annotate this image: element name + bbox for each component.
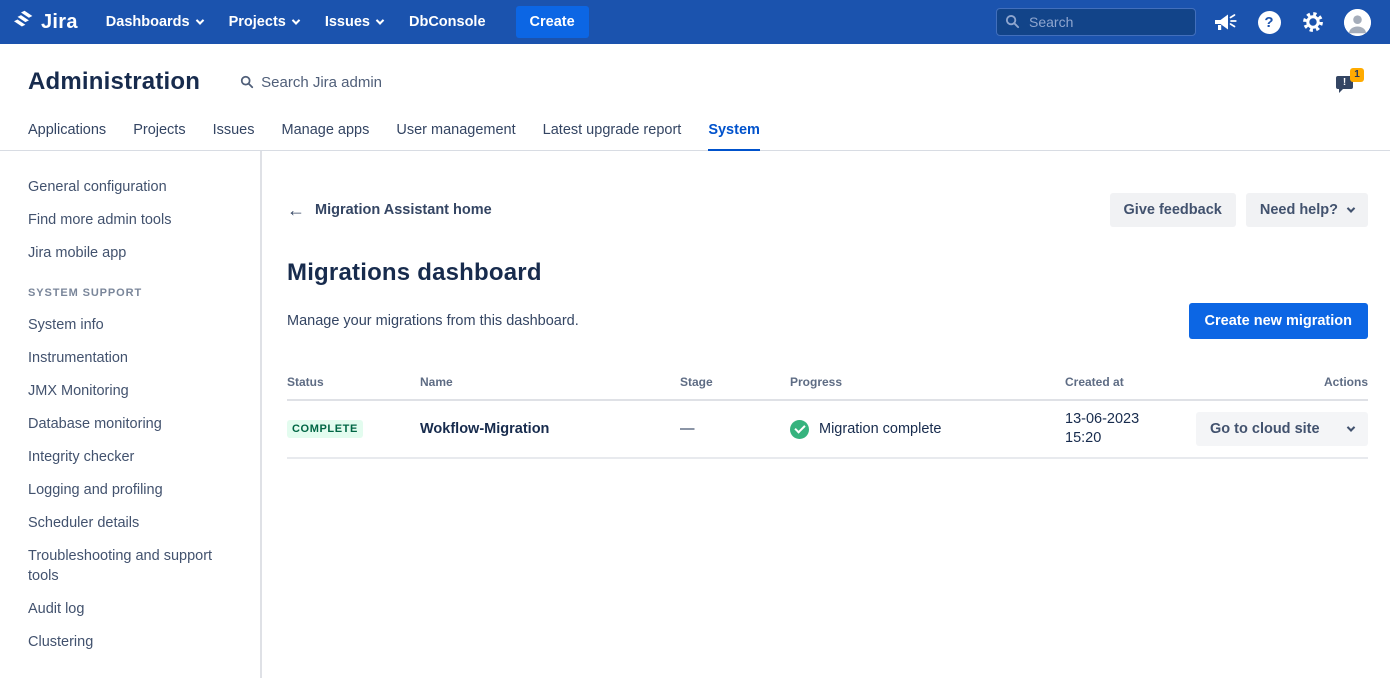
column-header-stage: Stage — [680, 369, 790, 400]
dashboard-subtitle: Manage your migrations from this dashboa… — [287, 313, 579, 329]
column-header-status: Status — [287, 369, 420, 400]
tab-latest-upgrade-report[interactable]: Latest upgrade report — [543, 112, 682, 150]
tab-projects[interactable]: Projects — [133, 112, 185, 150]
sidebar-item-database-monitoring[interactable]: Database monitoring — [28, 414, 244, 434]
jira-logo[interactable]: Jira — [14, 9, 78, 35]
feedback-notification-icon[interactable]: ! 1 — [1334, 68, 1364, 96]
column-header-actions: Actions — [1196, 369, 1368, 400]
sidebar-item-clustering[interactable]: Clustering — [28, 632, 244, 652]
nav-dashboards-label: Dashboards — [106, 14, 190, 30]
progress-cell: Migration complete — [790, 400, 1065, 458]
nav-dashboards[interactable]: Dashboards — [106, 14, 203, 30]
table-row: COMPLETE Wokflow-Migration — Migration c… — [287, 400, 1368, 458]
notification-badge: 1 — [1350, 68, 1364, 82]
avatar-person-icon — [1344, 9, 1371, 36]
system-sidebar: General configuration Find more admin to… — [0, 151, 262, 678]
status-badge: COMPLETE — [287, 420, 363, 438]
nav-issues[interactable]: Issues — [325, 14, 383, 30]
table-header-row: Status Name Stage Progress Created at Ac… — [287, 369, 1368, 400]
create-new-migration-button[interactable]: Create new migration — [1189, 303, 1368, 339]
created-time: 15:20 — [1065, 429, 1196, 448]
create-button[interactable]: Create — [516, 6, 589, 38]
page-title-administration: Administration — [28, 68, 200, 96]
jira-logo-text: Jira — [41, 11, 78, 34]
actions-cell: Go to cloud site — [1196, 400, 1368, 458]
sidebar-item-system-info[interactable]: System info — [28, 315, 244, 335]
sidebar-item-audit-log[interactable]: Audit log — [28, 599, 244, 619]
announcements-megaphone-icon[interactable] — [1210, 7, 1240, 37]
nav-projects-label: Projects — [229, 14, 286, 30]
progress-label: Migration complete — [819, 421, 942, 437]
tab-system[interactable]: System — [708, 112, 760, 151]
help-icon[interactable]: ? — [1254, 7, 1284, 37]
sidebar-item-integrity-checker[interactable]: Integrity checker — [28, 447, 244, 467]
column-header-name: Name — [420, 369, 680, 400]
column-header-progress: Progress — [790, 369, 1065, 400]
search-icon — [1005, 14, 1020, 34]
nav-projects[interactable]: Projects — [229, 14, 299, 30]
created-date: 13-06-2023 — [1065, 410, 1196, 429]
chevron-down-icon — [292, 16, 300, 24]
migrations-table: Status Name Stage Progress Created at Ac… — [287, 369, 1368, 459]
admin-search-label: Search Jira admin — [261, 74, 382, 91]
sidebar-item-find-more-admin-tools[interactable]: Find more admin tools — [28, 210, 244, 230]
search-input[interactable] — [996, 8, 1196, 36]
back-link-label: Migration Assistant home — [315, 202, 492, 218]
created-at-cell: 13-06-2023 15:20 — [1065, 400, 1196, 458]
migration-name-cell: Wokflow-Migration — [420, 400, 680, 458]
question-mark-icon: ? — [1258, 11, 1281, 34]
success-check-icon — [790, 420, 809, 439]
user-avatar[interactable] — [1342, 7, 1372, 37]
status-cell: COMPLETE — [287, 400, 420, 458]
sidebar-item-scheduler-details[interactable]: Scheduler details — [28, 513, 244, 533]
chevron-down-icon — [376, 16, 384, 24]
top-navigation-bar: Jira Dashboards Projects Issues DbConsol… — [0, 0, 1390, 44]
admin-tab-bar: Applications Projects Issues Manage apps… — [0, 112, 1390, 151]
main-content: ← Migration Assistant home Give feedback… — [262, 151, 1390, 678]
go-to-cloud-site-button[interactable]: Go to cloud site — [1196, 412, 1368, 446]
need-help-label: Need help? — [1260, 202, 1338, 218]
nav-dbconsole-label: DbConsole — [409, 14, 486, 30]
sidebar-item-jmx-monitoring[interactable]: JMX Monitoring — [28, 381, 244, 401]
give-feedback-button[interactable]: Give feedback — [1110, 193, 1236, 227]
sidebar-item-troubleshooting[interactable]: Troubleshooting and support tools — [28, 546, 244, 586]
column-header-created-at: Created at — [1065, 369, 1196, 400]
tab-user-management[interactable]: User management — [396, 112, 515, 150]
sidebar-item-logging-and-profiling[interactable]: Logging and profiling — [28, 480, 244, 500]
search-icon — [240, 75, 254, 89]
admin-header: Administration Search Jira admin ! 1 — [0, 44, 1390, 112]
sidebar-section-system-support: SYSTEM SUPPORT — [28, 287, 244, 299]
need-help-button[interactable]: Need help? — [1246, 193, 1368, 227]
chevron-down-icon — [195, 16, 203, 24]
settings-gear-icon[interactable] — [1298, 7, 1328, 37]
sidebar-item-general-configuration[interactable]: General configuration — [28, 177, 244, 197]
tab-issues[interactable]: Issues — [213, 112, 255, 150]
back-arrow-icon: ← — [287, 200, 305, 221]
global-search — [996, 8, 1196, 36]
tab-manage-apps[interactable]: Manage apps — [282, 112, 370, 150]
migrations-dashboard-title: Migrations dashboard — [287, 259, 1368, 287]
nav-issues-label: Issues — [325, 14, 370, 30]
tab-applications[interactable]: Applications — [28, 112, 106, 150]
back-to-migration-assistant-home-link[interactable]: ← Migration Assistant home — [287, 200, 492, 221]
topnav-right-group: ? — [996, 7, 1372, 37]
chevron-down-icon — [1347, 204, 1355, 212]
go-to-cloud-site-label: Go to cloud site — [1210, 421, 1320, 437]
stage-cell: — — [680, 400, 790, 458]
chevron-down-icon — [1347, 423, 1355, 431]
give-feedback-label: Give feedback — [1124, 202, 1222, 218]
sidebar-item-instrumentation[interactable]: Instrumentation — [28, 348, 244, 368]
sidebar-item-jira-mobile-app[interactable]: Jira mobile app — [28, 243, 244, 263]
nav-dbconsole[interactable]: DbConsole — [409, 14, 486, 30]
jira-logo-icon — [14, 9, 35, 35]
admin-search[interactable]: Search Jira admin — [240, 74, 382, 91]
